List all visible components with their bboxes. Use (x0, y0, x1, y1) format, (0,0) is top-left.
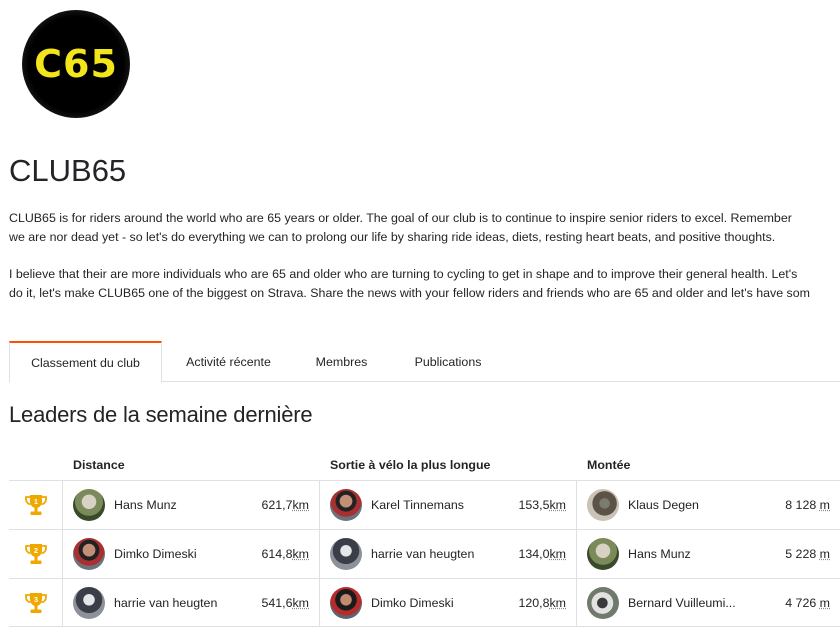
avatar[interactable] (587, 489, 619, 521)
club-description-paragraph-1: CLUB65 is for riders around the world wh… (9, 209, 840, 247)
athlete-name-link[interactable]: Klaus Degen (628, 498, 785, 512)
stat-number: 5 228 (785, 547, 820, 561)
athlete-name-link[interactable]: Hans Munz (114, 498, 261, 512)
tab-recent-activity[interactable]: Activité récente (162, 341, 295, 382)
avatar[interactable] (73, 489, 105, 521)
avatar[interactable] (73, 586, 105, 619)
club-logo-text: C65 (34, 42, 118, 86)
stat-number: 134,0 (518, 547, 550, 561)
avatar[interactable] (330, 489, 362, 521)
trophy-icon: 1 (9, 481, 63, 529)
stat-value: 621,7km (261, 498, 309, 512)
distance-cell: Dimko Dimeski 614,8km (63, 530, 320, 578)
rank-number: 3 (33, 595, 37, 604)
elevation-cell: Hans Munz 5 228 m (577, 530, 840, 578)
athlete-name-link[interactable]: Hans Munz (628, 547, 785, 561)
tab-posts[interactable]: Publications (388, 341, 508, 382)
description-line: CLUB65 is for riders around the world wh… (9, 211, 792, 225)
tab-members[interactable]: Membres (295, 341, 388, 382)
elevation-column-header: Montée (587, 458, 631, 472)
stat-number: 120,8 (518, 595, 550, 610)
leaderboard-row: 1 Hans Munz 621,7km Karel Tinnemans 153,… (9, 480, 840, 529)
athlete-name-link[interactable]: Bernard Vuilleumi... (628, 596, 785, 610)
rank-number: 2 (33, 546, 37, 555)
rank-column-header (9, 450, 63, 480)
stat-unit: km (549, 498, 566, 512)
leaderboard-table: Distance Sortie à vélo la plus longue Mo… (9, 450, 840, 627)
athlete-name-link[interactable]: harrie van heugten (371, 547, 518, 561)
stat-value: 134,0km (518, 547, 566, 561)
stat-value: 8 128 m (785, 498, 830, 512)
tab-club-leaderboard[interactable]: Classement du club (9, 341, 162, 383)
longest-ride-column-header: Sortie à vélo la plus longue (330, 458, 491, 472)
elevation-cell: Bernard Vuilleumi... 4 726 m (577, 579, 840, 626)
stat-number: 4 726 (785, 595, 820, 610)
stat-value: 153,5km (518, 498, 566, 512)
stat-unit: m (819, 595, 830, 610)
stat-unit: km (292, 498, 309, 512)
stat-number: 541,6 (261, 595, 293, 610)
stat-number: 614,8 (261, 547, 293, 561)
avatar[interactable] (330, 586, 362, 619)
club-title: CLUB65 (9, 153, 127, 188)
stat-number: 153,5 (518, 498, 550, 512)
leaderboard-header: Distance Sortie à vélo la plus longue Mo… (9, 450, 840, 480)
distance-column-header: Distance (73, 458, 125, 472)
leaderboard-title: Leaders de la semaine dernière (9, 402, 313, 427)
elevation-cell: Klaus Degen 8 128 m (577, 481, 840, 529)
avatar[interactable] (73, 538, 105, 570)
trophy-gold-icon: 1 (24, 495, 47, 515)
rank-number: 1 (33, 497, 37, 506)
leaderboard-row: 2 Dimko Dimeski 614,8km harrie van heugt… (9, 529, 840, 578)
distance-cell: harrie van heugten 541,6km (63, 579, 320, 626)
trophy-silver-icon: 2 (24, 544, 47, 564)
athlete-name-link[interactable]: Dimko Dimeski (371, 596, 518, 610)
longest-ride-cell: harrie van heugten 134,0km (320, 530, 577, 578)
avatar[interactable] (587, 538, 619, 570)
athlete-name-link[interactable]: Karel Tinnemans (371, 498, 518, 512)
stat-number: 8 128 (785, 498, 820, 512)
stat-value: 120,8km (518, 596, 566, 610)
description-line: we are nor dead yet - so let's do everyt… (9, 230, 776, 244)
stat-value: 4 726 m (785, 596, 830, 610)
avatar[interactable] (587, 586, 619, 619)
longest-ride-cell: Dimko Dimeski 120,8km (320, 579, 577, 626)
stat-unit: km (292, 547, 309, 561)
stat-value: 541,6km (261, 596, 309, 610)
stat-unit: km (549, 595, 566, 610)
athlete-name-link[interactable]: Dimko Dimeski (114, 547, 261, 561)
club-description-paragraph-2: I believe that their are more individual… (9, 265, 840, 303)
stat-unit: km (549, 547, 566, 561)
stat-unit: m (819, 498, 830, 512)
club-logo: C65 (22, 10, 130, 118)
stat-number: 621,7 (261, 498, 293, 512)
trophy-icon: 2 (9, 530, 63, 578)
avatar[interactable] (330, 538, 362, 570)
description-line: I believe that their are more individual… (9, 267, 798, 281)
longest-ride-cell: Karel Tinnemans 153,5km (320, 481, 577, 529)
leaderboard-row: 3 harrie van heugten 541,6km Dimko Dimes… (9, 578, 840, 627)
club-tabs: Classement du club Activité récente Memb… (9, 341, 840, 383)
distance-cell: Hans Munz 621,7km (63, 481, 320, 529)
stat-value: 614,8km (261, 547, 309, 561)
stat-value: 5 228 m (785, 547, 830, 561)
trophy-bronze-icon: 3 (24, 592, 47, 613)
description-line: do it, let's make CLUB65 one of the bigg… (9, 286, 810, 300)
stat-unit: km (292, 595, 309, 610)
trophy-icon: 3 (9, 579, 63, 626)
stat-unit: m (819, 547, 830, 561)
athlete-name-link[interactable]: harrie van heugten (114, 596, 261, 610)
